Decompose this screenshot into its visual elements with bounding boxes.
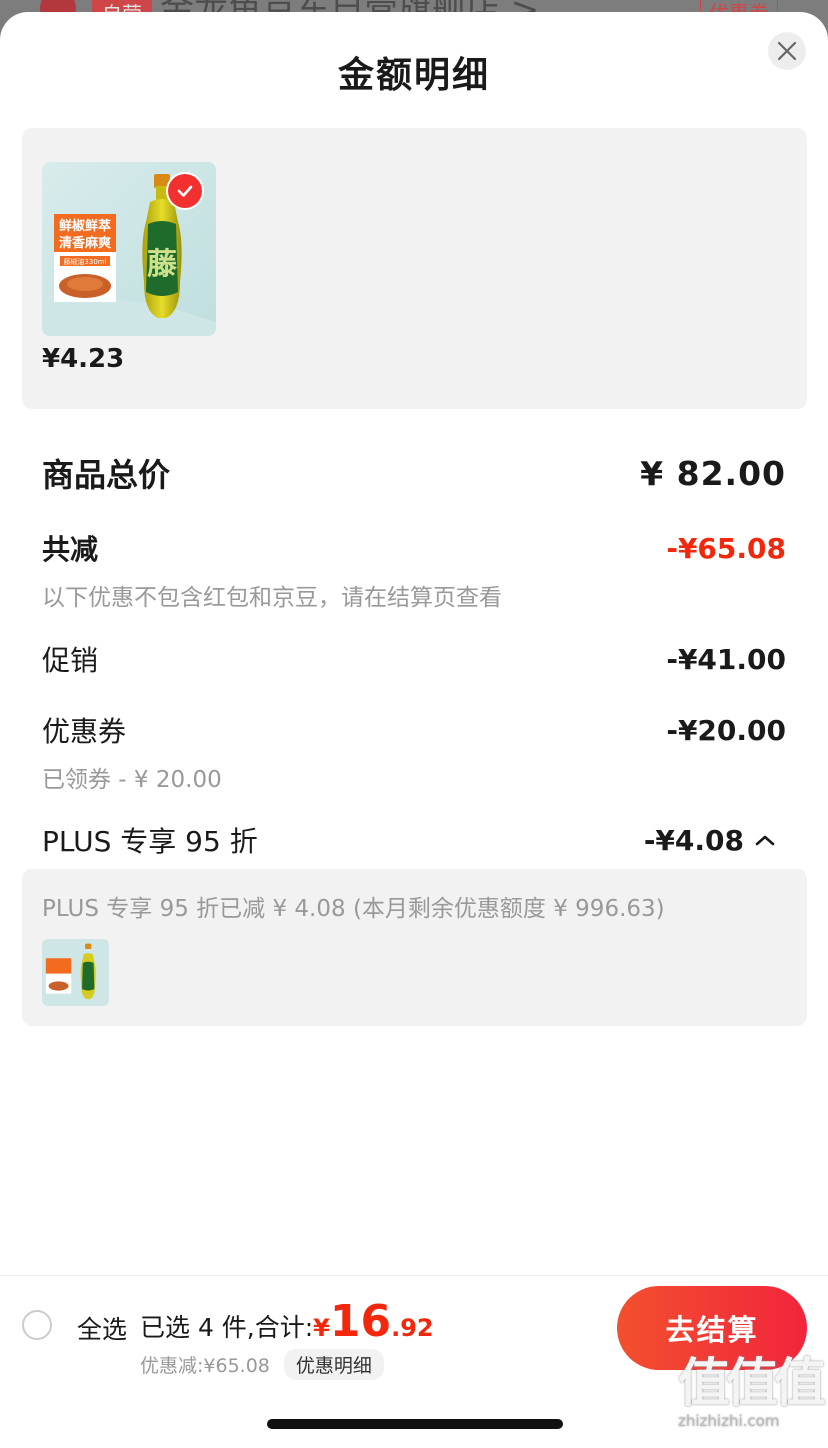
- plus-discount-value: -¥4.08: [643, 823, 744, 857]
- watermark-mark: 值值值: [678, 1354, 826, 1414]
- watermark-url: zhizhizhi.com: [678, 1412, 780, 1430]
- total-price-label: 商品总价: [42, 456, 171, 494]
- total-reduce-value: -¥65.08: [666, 531, 786, 565]
- plus-discount-label: PLUS 专享 95 折: [42, 825, 258, 858]
- select-all-label[interactable]: 全选: [77, 1310, 127, 1346]
- discount-detail-link[interactable]: 优惠明细: [283, 1349, 384, 1380]
- watermark: 值值值 zhizhizhi.com: [678, 1354, 826, 1446]
- coupon-value: -¥20.00: [666, 713, 786, 747]
- sum-integer: 16: [329, 1296, 392, 1347]
- selected-summary: 已选 4 件,合计: ¥ 16 .92: [140, 1296, 434, 1347]
- promotion-label: 促销: [42, 644, 99, 677]
- plus-discount-row[interactable]: PLUS 专享 95 折 -¥4.08: [42, 820, 776, 860]
- promotion-value: -¥41.00: [666, 642, 786, 676]
- discount-note: 以下优惠不包含红包和京豆，请在结算页查看: [42, 585, 502, 611]
- sum-decimal: .92: [391, 1314, 434, 1342]
- discount-text: 优惠减:¥65.08: [140, 1355, 270, 1377]
- product-card: 鲜椒鲜萃 清香麻爽 藤椒油330ml 藤 ¥4.23: [22, 128, 807, 409]
- coupon-label: 优惠券: [42, 715, 127, 748]
- promotion-row: 促销 -¥41.00: [42, 639, 786, 679]
- svg-text:藤: 藤: [147, 247, 178, 282]
- chevron-up-icon[interactable]: [754, 833, 776, 847]
- close-button[interactable]: [768, 32, 806, 70]
- selected-check-icon[interactable]: [168, 174, 202, 208]
- coupon-row: 优惠券 -¥20.00: [42, 710, 786, 750]
- plus-detail-card: PLUS 专享 95 折已减 ¥ 4.08 (本月剩余优惠额度 ¥ 996.63…: [22, 869, 807, 1026]
- coupon-received-text: 已领券 - ¥ 20.00: [42, 767, 222, 793]
- svg-text:鲜椒鲜萃: 鲜椒鲜萃: [59, 218, 111, 234]
- plus-discount-value-wrap: -¥4.08: [644, 824, 776, 857]
- total-price-row: 商品总价 ¥ 82.00: [42, 450, 786, 496]
- total-reduce-label: 共减: [42, 533, 99, 566]
- sum-currency: ¥: [313, 1314, 330, 1342]
- discount-summary: 优惠减:¥65.08 优惠明细: [140, 1349, 384, 1380]
- plus-detail-text: PLUS 专享 95 折已减 ¥ 4.08 (本月剩余优惠额度 ¥ 996.63…: [42, 896, 665, 922]
- plus-product-thumbnail: [42, 939, 109, 1006]
- select-all-radio[interactable]: [22, 1310, 52, 1340]
- home-indicator: [267, 1419, 563, 1429]
- total-price-value: ¥ 82.00: [640, 453, 786, 493]
- amount-detail-sheet: 金额明细 鲜椒鲜萃 清香麻爽 藤椒油330ml 藤 ¥4.23 商品总价 ¥ 8…: [0, 12, 828, 1448]
- close-icon: [777, 41, 797, 61]
- svg-text:藤椒油330ml: 藤椒油330ml: [63, 257, 106, 266]
- selected-count-text: 已选 4 件,合计:: [140, 1313, 314, 1342]
- product-price: ¥4.23: [42, 344, 125, 374]
- svg-text:清香麻爽: 清香麻爽: [59, 235, 111, 251]
- total-reduce-row: 共减 -¥65.08: [42, 528, 786, 568]
- sheet-title: 金额明细: [337, 55, 490, 96]
